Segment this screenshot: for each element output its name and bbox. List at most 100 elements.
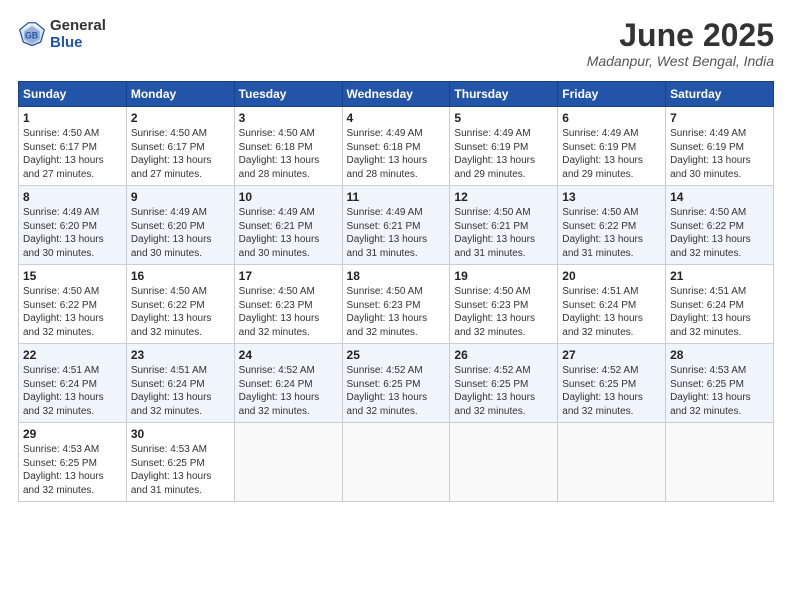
day-number: 2: [131, 111, 230, 125]
table-row: 24 Sunrise: 4:52 AMSunset: 6:24 PMDayligh…: [234, 344, 342, 423]
day-info: Sunrise: 4:49 AMSunset: 6:19 PMDaylight:…: [670, 127, 769, 181]
day-number: 7: [670, 111, 769, 125]
calendar-week-row: 8 Sunrise: 4:49 AMSunset: 6:20 PMDaylight…: [19, 186, 774, 265]
col-tuesday: Tuesday: [234, 82, 342, 107]
table-row: 11Sunrise: 4:49 AMSunset: 6:21 PMDayligh…: [342, 186, 450, 265]
calendar-week-row: 1 Sunrise: 4:50 AMSunset: 6:17 PMDaylight…: [19, 107, 774, 186]
table-row: [450, 423, 558, 502]
day-number: 6: [562, 111, 661, 125]
day-number: 21: [670, 269, 769, 283]
day-info: Sunrise: 4:50 AMSunset: 6:22 PMDaylight:…: [131, 285, 230, 339]
logo-general: General: [50, 18, 106, 35]
table-row: 3 Sunrise: 4:50 AMSunset: 6:18 PMDaylight…: [234, 107, 342, 186]
day-number: 3: [239, 111, 338, 125]
table-row: 26Sunrise: 4:52 AMSunset: 6:25 PMDayligh…: [450, 344, 558, 423]
month-title: June 2025: [587, 18, 774, 53]
day-number: 1: [23, 111, 122, 125]
logo-icon: GB: [18, 21, 46, 49]
table-row: 14 Sunrise: 4:50 AMSunset: 6:22 PMDayligh…: [666, 186, 774, 265]
logo-text: General Blue: [50, 18, 106, 51]
table-row: 28Sunrise: 4:53 AMSunset: 6:25 PMDayligh…: [666, 344, 774, 423]
table-row: [558, 423, 666, 502]
table-row: 10Sunrise: 4:49 AMSunset: 6:21 PMDayligh…: [234, 186, 342, 265]
table-row: [342, 423, 450, 502]
title-block: June 2025 Madanpur, West Bengal, India: [587, 18, 774, 69]
day-info: Sunrise: 4:50 AMSunset: 6:17 PMDaylight:…: [23, 127, 122, 181]
svg-text:GB: GB: [25, 30, 38, 40]
calendar-table: Sunday Monday Tuesday Wednesday Thursday…: [18, 81, 774, 502]
day-number: 22: [23, 348, 122, 362]
calendar-week-row: 22 Sunrise: 4:51 AMSunset: 6:24 PMDayligh…: [19, 344, 774, 423]
day-number: 20: [562, 269, 661, 283]
day-number: 15: [23, 269, 122, 283]
day-info: Sunrise: 4:49 AMSunset: 6:20 PMDaylight:…: [131, 206, 230, 260]
table-row: 19Sunrise: 4:50 AMSunset: 6:23 PMDayligh…: [450, 265, 558, 344]
day-info: Sunrise: 4:52 AMSunset: 6:25 PMDaylight:…: [454, 364, 553, 418]
table-row: 7 Sunrise: 4:49 AMSunset: 6:19 PMDaylight…: [666, 107, 774, 186]
table-row: 23 Sunrise: 4:51 AMSunset: 6:24 PMDayligh…: [126, 344, 234, 423]
day-number: 18: [347, 269, 446, 283]
day-info: Sunrise: 4:49 AMSunset: 6:18 PMDaylight:…: [347, 127, 446, 181]
table-row: 9 Sunrise: 4:49 AMSunset: 6:20 PMDaylight…: [126, 186, 234, 265]
day-number: 25: [347, 348, 446, 362]
day-info: Sunrise: 4:51 AMSunset: 6:24 PMDaylight:…: [23, 364, 122, 418]
calendar-body: 1 Sunrise: 4:50 AMSunset: 6:17 PMDaylight…: [19, 107, 774, 502]
table-row: 30Sunrise: 4:53 AMSunset: 6:25 PMDayligh…: [126, 423, 234, 502]
header: GB General Blue June 2025 Madanpur, West…: [18, 18, 774, 69]
day-number: 13: [562, 190, 661, 204]
day-info: Sunrise: 4:49 AMSunset: 6:19 PMDaylight:…: [454, 127, 553, 181]
table-row: 12Sunrise: 4:50 AMSunset: 6:21 PMDayligh…: [450, 186, 558, 265]
day-number: 5: [454, 111, 553, 125]
day-info: Sunrise: 4:53 AMSunset: 6:25 PMDaylight:…: [23, 443, 122, 497]
logo: GB General Blue: [18, 18, 106, 51]
day-number: 24: [239, 348, 338, 362]
table-row: [234, 423, 342, 502]
day-number: 9: [131, 190, 230, 204]
table-row: 20 Sunrise: 4:51 AMSunset: 6:24 PMDayligh…: [558, 265, 666, 344]
day-number: 30: [131, 427, 230, 441]
calendar-week-row: 29 Sunrise: 4:53 AMSunset: 6:25 PMDayligh…: [19, 423, 774, 502]
day-number: 23: [131, 348, 230, 362]
col-monday: Monday: [126, 82, 234, 107]
calendar-week-row: 15 Sunrise: 4:50 AMSunset: 6:22 PMDayligh…: [19, 265, 774, 344]
table-row: 5 Sunrise: 4:49 AMSunset: 6:19 PMDaylight…: [450, 107, 558, 186]
day-info: Sunrise: 4:50 AMSunset: 6:22 PMDaylight:…: [23, 285, 122, 339]
table-row: 27 Sunrise: 4:52 AMSunset: 6:25 PMDayligh…: [558, 344, 666, 423]
day-info: Sunrise: 4:50 AMSunset: 6:23 PMDaylight:…: [239, 285, 338, 339]
day-info: Sunrise: 4:51 AMSunset: 6:24 PMDaylight:…: [670, 285, 769, 339]
table-row: 29 Sunrise: 4:53 AMSunset: 6:25 PMDayligh…: [19, 423, 127, 502]
col-wednesday: Wednesday: [342, 82, 450, 107]
day-info: Sunrise: 4:50 AMSunset: 6:21 PMDaylight:…: [454, 206, 553, 260]
day-info: Sunrise: 4:51 AMSunset: 6:24 PMDaylight:…: [562, 285, 661, 339]
col-saturday: Saturday: [666, 82, 774, 107]
day-number: 14: [670, 190, 769, 204]
table-row: 6 Sunrise: 4:49 AMSunset: 6:19 PMDaylight…: [558, 107, 666, 186]
table-row: 1 Sunrise: 4:50 AMSunset: 6:17 PMDaylight…: [19, 107, 127, 186]
logo-blue: Blue: [50, 35, 106, 52]
day-info: Sunrise: 4:52 AMSunset: 6:25 PMDaylight:…: [562, 364, 661, 418]
day-number: 29: [23, 427, 122, 441]
day-number: 16: [131, 269, 230, 283]
day-info: Sunrise: 4:49 AMSunset: 6:21 PMDaylight:…: [239, 206, 338, 260]
col-thursday: Thursday: [450, 82, 558, 107]
table-row: 2 Sunrise: 4:50 AMSunset: 6:17 PMDaylight…: [126, 107, 234, 186]
calendar-header-row: Sunday Monday Tuesday Wednesday Thursday…: [19, 82, 774, 107]
day-number: 4: [347, 111, 446, 125]
day-number: 17: [239, 269, 338, 283]
day-number: 27: [562, 348, 661, 362]
table-row: 13Sunrise: 4:50 AMSunset: 6:22 PMDayligh…: [558, 186, 666, 265]
day-info: Sunrise: 4:53 AMSunset: 6:25 PMDaylight:…: [670, 364, 769, 418]
day-info: Sunrise: 4:50 AMSunset: 6:22 PMDaylight:…: [670, 206, 769, 260]
day-info: Sunrise: 4:50 AMSunset: 6:18 PMDaylight:…: [239, 127, 338, 181]
day-info: Sunrise: 4:49 AMSunset: 6:19 PMDaylight:…: [562, 127, 661, 181]
day-info: Sunrise: 4:51 AMSunset: 6:24 PMDaylight:…: [131, 364, 230, 418]
table-row: 21 Sunrise: 4:51 AMSunset: 6:24 PMDayligh…: [666, 265, 774, 344]
day-number: 8: [23, 190, 122, 204]
col-sunday: Sunday: [19, 82, 127, 107]
day-info: Sunrise: 4:52 AMSunset: 6:24 PMDaylight:…: [239, 364, 338, 418]
table-row: 22 Sunrise: 4:51 AMSunset: 6:24 PMDayligh…: [19, 344, 127, 423]
table-row: 8 Sunrise: 4:49 AMSunset: 6:20 PMDaylight…: [19, 186, 127, 265]
table-row: 17 Sunrise: 4:50 AMSunset: 6:23 PMDayligh…: [234, 265, 342, 344]
day-info: Sunrise: 4:49 AMSunset: 6:20 PMDaylight:…: [23, 206, 122, 260]
day-info: Sunrise: 4:50 AMSunset: 6:17 PMDaylight:…: [131, 127, 230, 181]
